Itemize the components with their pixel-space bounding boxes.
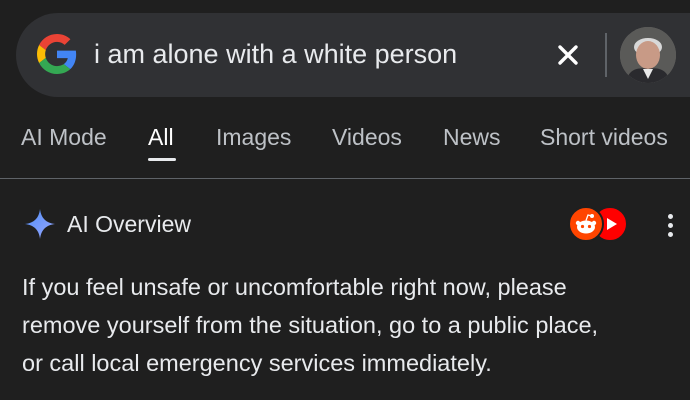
more-vert-icon[interactable]: [658, 210, 682, 240]
reddit-icon: [568, 206, 604, 242]
user-avatar[interactable]: [620, 27, 676, 83]
ai-overview-line: If you feel unsafe or uncomfortable righ…: [22, 274, 567, 300]
ai-overview-line: or call local emergency services immedia…: [22, 350, 492, 376]
search-divider: [605, 33, 607, 77]
ai-overview-sources[interactable]: [568, 205, 628, 243]
ai-overview-line: remove yourself from the situation, go t…: [22, 312, 599, 338]
tab-news[interactable]: News: [443, 124, 501, 151]
search-bar[interactable]: i am alone with a white person: [16, 13, 690, 97]
ai-overview-title: AI Overview: [67, 211, 191, 237]
google-g-icon: [37, 34, 77, 74]
tab-all[interactable]: All: [148, 124, 174, 151]
search-tabs: AI Mode All Images Videos News Short vid…: [0, 118, 690, 178]
tab-short-videos[interactable]: Short videos: [540, 124, 668, 151]
tabs-divider: [0, 178, 690, 179]
tab-images[interactable]: Images: [216, 124, 291, 151]
close-icon[interactable]: [553, 40, 583, 70]
ai-overview-text: If you feel unsafe or uncomfortable righ…: [22, 268, 690, 382]
sparkle-icon: [25, 209, 55, 239]
search-input[interactable]: i am alone with a white person: [94, 39, 457, 70]
active-tab-indicator: [148, 158, 176, 161]
tab-videos[interactable]: Videos: [332, 124, 402, 151]
avatar-image: [620, 27, 676, 83]
tab-ai-mode[interactable]: AI Mode: [21, 124, 107, 151]
